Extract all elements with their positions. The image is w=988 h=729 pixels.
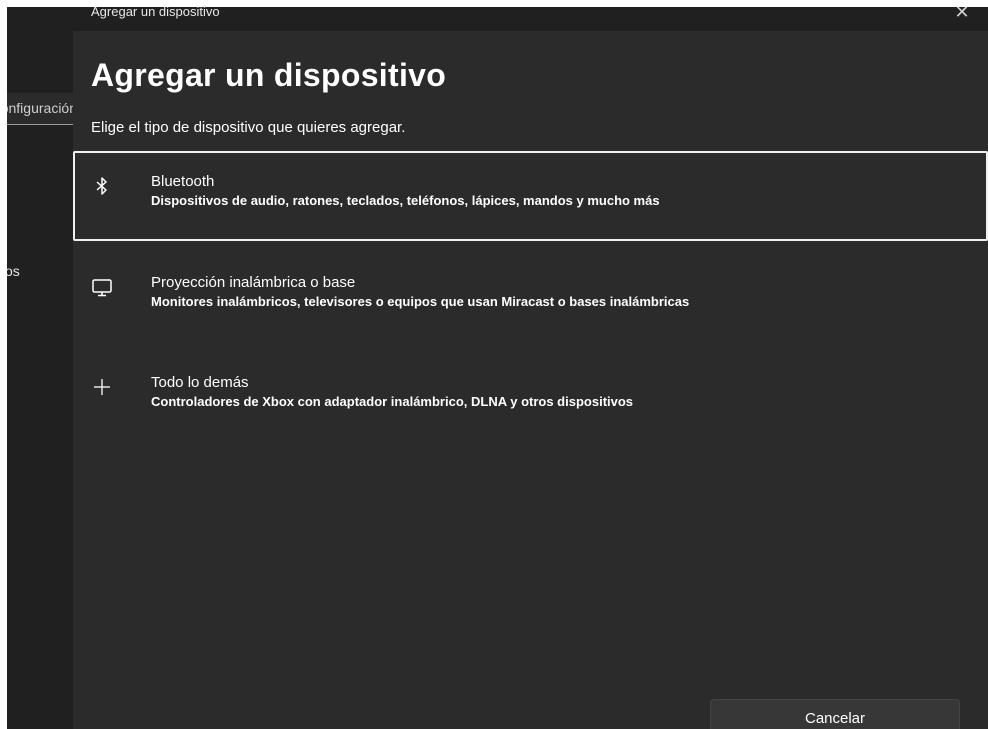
option-everything-else[interactable]: Todo lo demás Controladores de Xbox con … [73, 352, 988, 442]
settings-window-background: Configuración os [7, 7, 73, 729]
option-title: Bluetooth [151, 173, 215, 190]
close-button[interactable]: ✕ [952, 7, 972, 22]
settings-nav-item[interactable]: os [7, 261, 73, 285]
dialog-window-title: Agregar un dispositivo [91, 7, 220, 19]
bluetooth-icon [91, 175, 113, 197]
option-description: Controladores de Xbox con adaptador inal… [151, 394, 634, 409]
dialog-subheading: Elige el tipo de dispositivo que quieres… [91, 119, 406, 136]
plus-icon [91, 376, 113, 398]
settings-search-text: Configuración [7, 100, 73, 116]
option-bluetooth[interactable]: Bluetooth Dispositivos de audio, ratones… [73, 151, 988, 241]
option-description: Dispositivos de audio, ratones, teclados… [151, 193, 660, 208]
monitor-icon [91, 276, 113, 298]
close-icon: ✕ [954, 7, 970, 22]
cancel-button[interactable]: Cancelar [710, 699, 960, 729]
option-title: Todo lo demás [151, 374, 249, 391]
settings-nav-item-label: os [7, 263, 20, 279]
dialog-heading: Agregar un dispositivo [91, 57, 447, 93]
option-wireless-display[interactable]: Proyección inalámbrica o base Monitores … [73, 252, 988, 342]
option-description: Monitores inalámbricos, televisores o eq… [151, 294, 690, 309]
settings-search-box[interactable]: Configuración [7, 93, 73, 125]
dialog-titlebar: Agregar un dispositivo ✕ [73, 7, 988, 31]
option-title: Proyección inalámbrica o base [151, 274, 356, 291]
screen: Configuración os Agregar un dispositivo … [7, 7, 988, 729]
add-device-dialog: Agregar un dispositivo ✕ Agregar un disp… [73, 7, 988, 729]
